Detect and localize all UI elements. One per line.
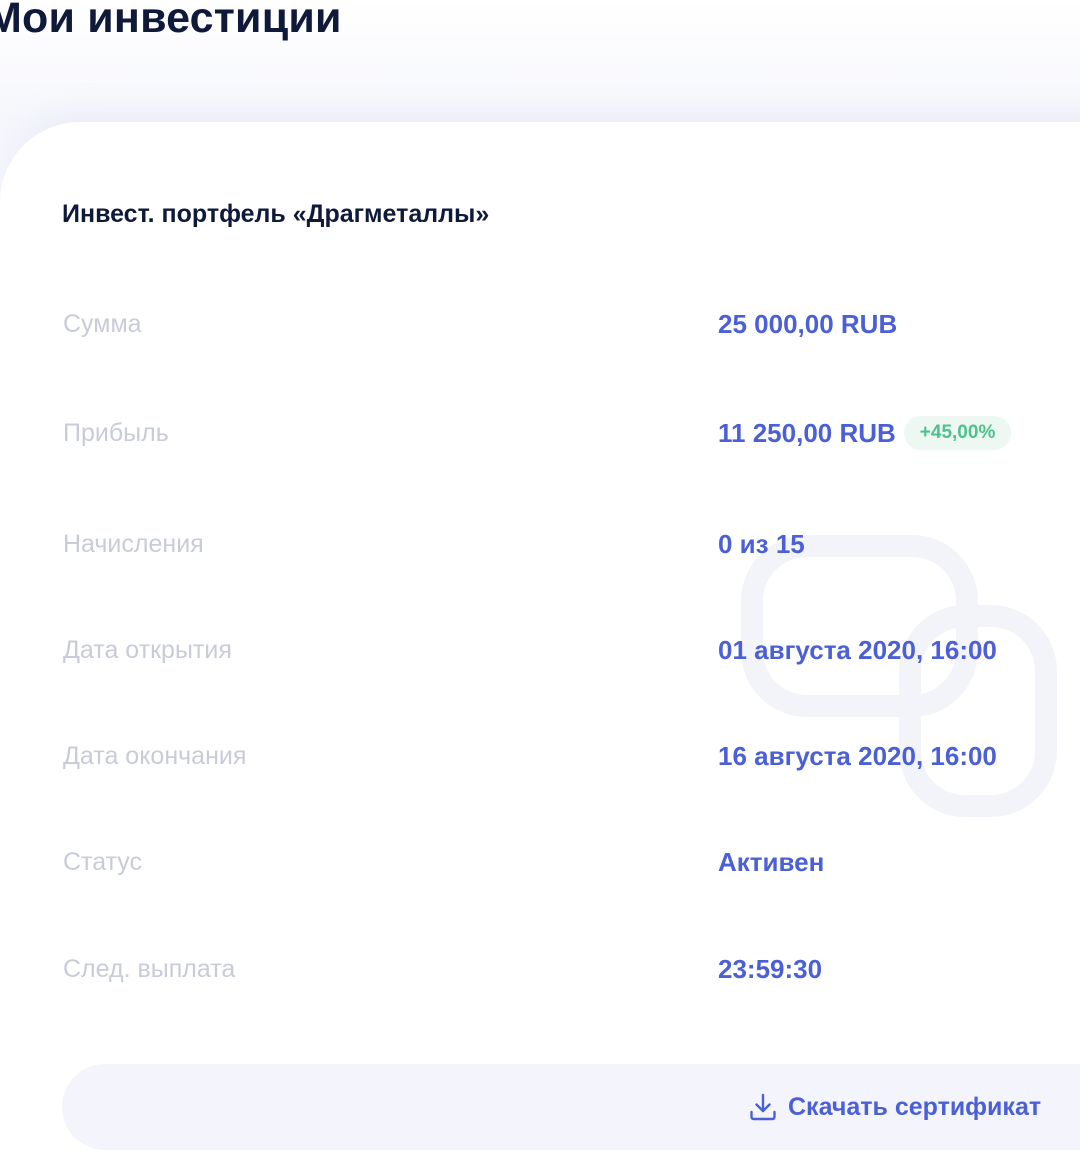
row-label: Дата открытия <box>63 636 232 664</box>
download-icon <box>750 1093 776 1121</box>
row-label: След. выплата <box>63 955 236 983</box>
brand-watermark-icon <box>741 535 1057 817</box>
end-date-value: 16 августа 2020, 16:00 <box>718 741 997 771</box>
profit-value-wrap: 11 250,00 RUB +45,00% <box>718 413 1012 453</box>
page-title: Мои инвестиции <box>0 0 342 42</box>
investment-card: Инвест. портфель «Драгметаллы» Сумма 25 … <box>0 122 1080 1167</box>
row-label: Сумма <box>63 310 142 338</box>
profit-value: 11 250,00 RUB <box>718 418 896 448</box>
row-label: Прибыль <box>63 419 169 447</box>
download-certificate-label: Скачать сертификат <box>788 1092 1042 1121</box>
row-label: Дата окончания <box>63 742 247 770</box>
download-certificate-button[interactable]: Скачать сертификат <box>748 1064 1041 1150</box>
open-date-value: 01 августа 2020, 16:00 <box>718 635 997 665</box>
profit-percent-badge: +45,00% <box>903 416 1012 451</box>
accruals-value: 0 из 15 <box>718 529 805 559</box>
row-accruals: Начисления 0 из 15 <box>0 524 1080 564</box>
row-label: Статус <box>63 848 143 876</box>
sum-value: 25 000,00 RUB <box>718 309 898 339</box>
status-value: Активен <box>718 847 825 877</box>
next-payment-value: 23:59:30 <box>718 954 823 984</box>
download-bar: Скачать сертификат <box>62 1064 1080 1150</box>
page: Мои инвестиции Инвест. портфель «Драгмет… <box>0 0 1080 1167</box>
row-profit: Прибыль 11 250,00 RUB +45,00% <box>0 413 1080 453</box>
row-open-date: Дата открытия 01 августа 2020, 16:00 <box>0 630 1080 670</box>
row-label: Начисления <box>63 530 204 558</box>
row-end-date: Дата окончания 16 августа 2020, 16:00 <box>0 736 1080 776</box>
row-next-payment: След. выплата 23:59:30 <box>0 949 1080 989</box>
row-status: Статус Активен <box>0 842 1080 882</box>
row-sum: Сумма 25 000,00 RUB <box>0 304 1080 344</box>
portfolio-name: Инвест. портфель «Драгметаллы» <box>62 200 490 228</box>
